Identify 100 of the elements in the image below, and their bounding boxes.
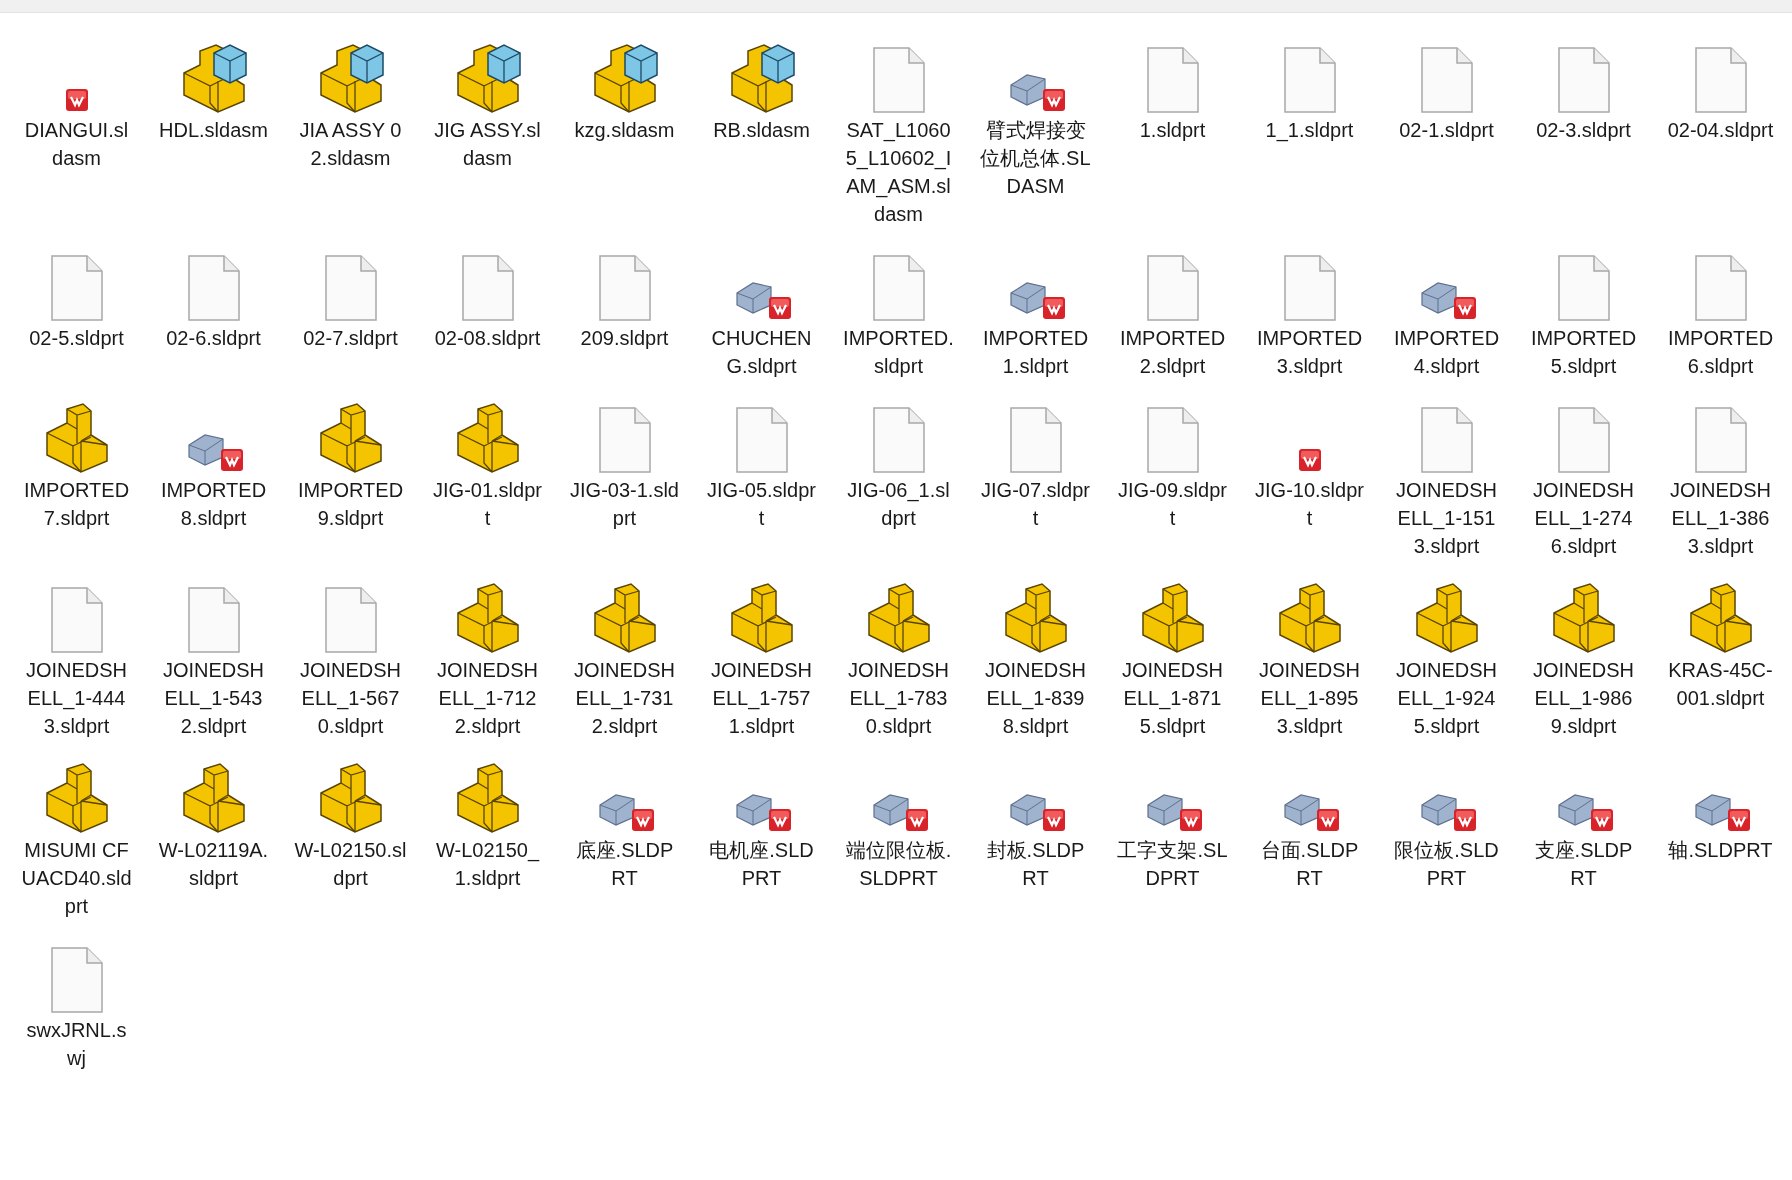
file-item[interactable]: JIG-01.sldprt <box>419 393 556 532</box>
file-item[interactable]: 端位限位板.SLDPRT <box>830 753 967 892</box>
file-name: JIG-07.sldprt <box>980 478 1091 531</box>
document-icon <box>1146 47 1199 113</box>
file-item[interactable]: CHUCHENG.sldprt <box>693 241 830 380</box>
file-item[interactable]: IMPORTED7.sldprt <box>8 393 145 532</box>
file-name: JOINEDSHELL_1-7122.sldprt <box>435 658 540 739</box>
document-icon <box>187 587 240 653</box>
file-item[interactable]: 02-6.sldprt <box>145 241 282 352</box>
file-item[interactable]: JIG-03-1.sldprt <box>556 393 693 532</box>
file-item[interactable]: IMPORTED1.sldprt <box>967 241 1104 380</box>
file-name: IMPORTED1.sldprt <box>981 326 1090 379</box>
file-item[interactable]: IMPORTED4.sldprt <box>1378 241 1515 380</box>
file-item[interactable]: JOINEDSHELL_1-9869.sldprt <box>1515 573 1652 740</box>
file-item[interactable]: JIG-06_1.sldprt <box>830 393 967 532</box>
file-item[interactable]: JOINEDSHELL_1-9245.sldprt <box>1378 573 1515 740</box>
badge-icon <box>768 809 791 831</box>
file-item[interactable]: JOINEDSHELL_1-7122.sldprt <box>419 573 556 740</box>
file-item[interactable]: JOINEDSHELL_1-5432.sldprt <box>145 573 282 740</box>
file-item[interactable]: IMPORTED8.sldprt <box>145 393 282 532</box>
file-item[interactable]: 轴.SLDPRT <box>1652 753 1789 864</box>
file-name: IMPORTED.sldprt <box>842 326 955 379</box>
document-icon <box>1420 407 1473 473</box>
file-item[interactable]: 02-04.sldprt <box>1652 33 1789 144</box>
file-name: JIA ASSY 02.sldasm <box>298 118 403 171</box>
file-item[interactable]: JOINEDSHELL_1-7571.sldprt <box>693 573 830 740</box>
file-name: 02-04.sldprt <box>1666 118 1775 143</box>
file-item[interactable]: 工字支架.SLDPRT <box>1104 753 1241 892</box>
file-item[interactable]: IMPORTED6.sldprt <box>1652 241 1789 380</box>
file-name: JOINEDSHELL_1-9869.sldprt <box>1531 658 1636 739</box>
file-item[interactable]: 电机座.SLDPRT <box>693 753 830 892</box>
file-name: 02-7.sldprt <box>302 326 399 351</box>
file-item[interactable]: 台面.SLDPRT <box>1241 753 1378 892</box>
file-item[interactable]: swxJRNL.swj <box>8 933 145 1072</box>
file-item[interactable]: JOINEDSHELL_1-8715.sldprt <box>1104 573 1241 740</box>
file-item[interactable]: 02-08.sldprt <box>419 241 556 352</box>
file-item[interactable]: KRAS-45C-001.sldprt <box>1652 573 1789 712</box>
file-item[interactable]: JOINEDSHELL_1-2746.sldprt <box>1515 393 1652 560</box>
file-item[interactable]: 02-5.sldprt <box>8 241 145 352</box>
file-item[interactable]: IMPORTED9.sldprt <box>282 393 419 532</box>
file-item[interactable]: RB.sldasm <box>693 33 830 144</box>
file-item[interactable]: JOINEDSHELL_1-7312.sldprt <box>556 573 693 740</box>
file-item[interactable]: JIG-10.sldprt <box>1241 393 1378 532</box>
file-name: IMPORTED5.sldprt <box>1529 326 1638 379</box>
file-item[interactable]: JOINEDSHELL_1-3863.sldprt <box>1652 393 1789 560</box>
file-item[interactable]: 02-3.sldprt <box>1515 33 1652 144</box>
file-item[interactable]: JIG-09.sldprt <box>1104 393 1241 532</box>
file-item[interactable]: 限位板.SLDPRT <box>1378 753 1515 892</box>
file-item[interactable]: JIG-05.sldprt <box>693 393 830 532</box>
file-item[interactable]: JIA ASSY 02.sldasm <box>282 33 419 172</box>
file-item[interactable]: IMPORTED2.sldprt <box>1104 241 1241 380</box>
file-name: 02-3.sldprt <box>1535 118 1632 143</box>
file-item[interactable]: JOINEDSHELL_1-1513.sldprt <box>1378 393 1515 560</box>
badge-icon <box>1453 297 1476 319</box>
file-name: JOINEDSHELL_1-1513.sldprt <box>1394 478 1499 559</box>
file-item[interactable]: 1_1.sldprt <box>1241 33 1378 144</box>
file-name: W-L02150.sldprt <box>294 838 407 891</box>
file-item[interactable]: 支座.SLDPRT <box>1515 753 1652 892</box>
file-name: 1_1.sldprt <box>1264 118 1355 144</box>
file-item[interactable]: 臂式焊接变位机总体.SLDASM <box>967 33 1104 200</box>
file-item[interactable]: HDL.sldasm <box>145 33 282 144</box>
badge-icon <box>631 809 654 831</box>
badge-icon <box>1453 809 1476 831</box>
file-item[interactable]: JIG-07.sldprt <box>967 393 1104 532</box>
file-name: 臂式焊接变位机总体.SLDASM <box>979 118 1092 199</box>
file-item[interactable]: JOINEDSHELL_1-8953.sldprt <box>1241 573 1378 740</box>
file-item[interactable]: IMPORTED3.sldprt <box>1241 241 1378 380</box>
file-item[interactable]: IMPORTED.sldprt <box>830 241 967 380</box>
file-item[interactable]: JOINEDSHELL_1-5670.sldprt <box>282 573 419 740</box>
document-icon <box>1694 47 1747 113</box>
document-icon <box>1557 407 1610 473</box>
file-item[interactable]: JOINEDSHELL_1-8398.sldprt <box>967 573 1104 740</box>
file-item[interactable]: 封板.SLDPRT <box>967 753 1104 892</box>
file-item[interactable]: 02-1.sldprt <box>1378 33 1515 144</box>
file-item[interactable]: IMPORTED5.sldprt <box>1515 241 1652 380</box>
document-icon <box>50 587 103 653</box>
file-name: JOINEDSHELL_1-5670.sldprt <box>298 658 403 739</box>
file-item[interactable]: JOINEDSHELL_1-7830.sldprt <box>830 573 967 740</box>
file-item[interactable]: 209.sldprt <box>556 241 693 352</box>
file-name: IMPORTED9.sldprt <box>296 478 405 531</box>
file-name: SAT_L10605_L10602_IAM_ASM.sldasm <box>844 118 953 227</box>
file-item[interactable]: JIG ASSY.sldasm <box>419 33 556 172</box>
file-name: JIG-01.sldprt <box>432 478 543 531</box>
document-icon <box>1283 47 1336 113</box>
file-item[interactable]: W-L02150.sldprt <box>282 753 419 892</box>
file-item[interactable]: SAT_L10605_L10602_IAM_ASM.sldasm <box>830 33 967 228</box>
file-item[interactable]: 底座.SLDPRT <box>556 753 693 892</box>
badge-icon <box>1042 89 1065 111</box>
badge-icon <box>1316 809 1339 831</box>
file-item[interactable]: W-L02150_1.sldprt <box>419 753 556 892</box>
file-item[interactable]: JOINEDSHELL_1-4443.sldprt <box>8 573 145 740</box>
file-name: 02-08.sldprt <box>433 326 542 351</box>
file-item[interactable]: MISUMI CFUACD40.sldprt <box>8 753 145 920</box>
file-item[interactable]: 02-7.sldprt <box>282 241 419 352</box>
file-item[interactable]: W-L02119A.sldprt <box>145 753 282 892</box>
file-name: 底座.SLDPRT <box>574 838 675 891</box>
file-item[interactable]: kzg.sldasm <box>556 33 693 144</box>
file-item[interactable]: 1.sldprt <box>1104 33 1241 144</box>
file-name: 支座.SLDPRT <box>1533 838 1634 891</box>
file-item[interactable]: DIANGUI.sldasm <box>8 33 145 172</box>
